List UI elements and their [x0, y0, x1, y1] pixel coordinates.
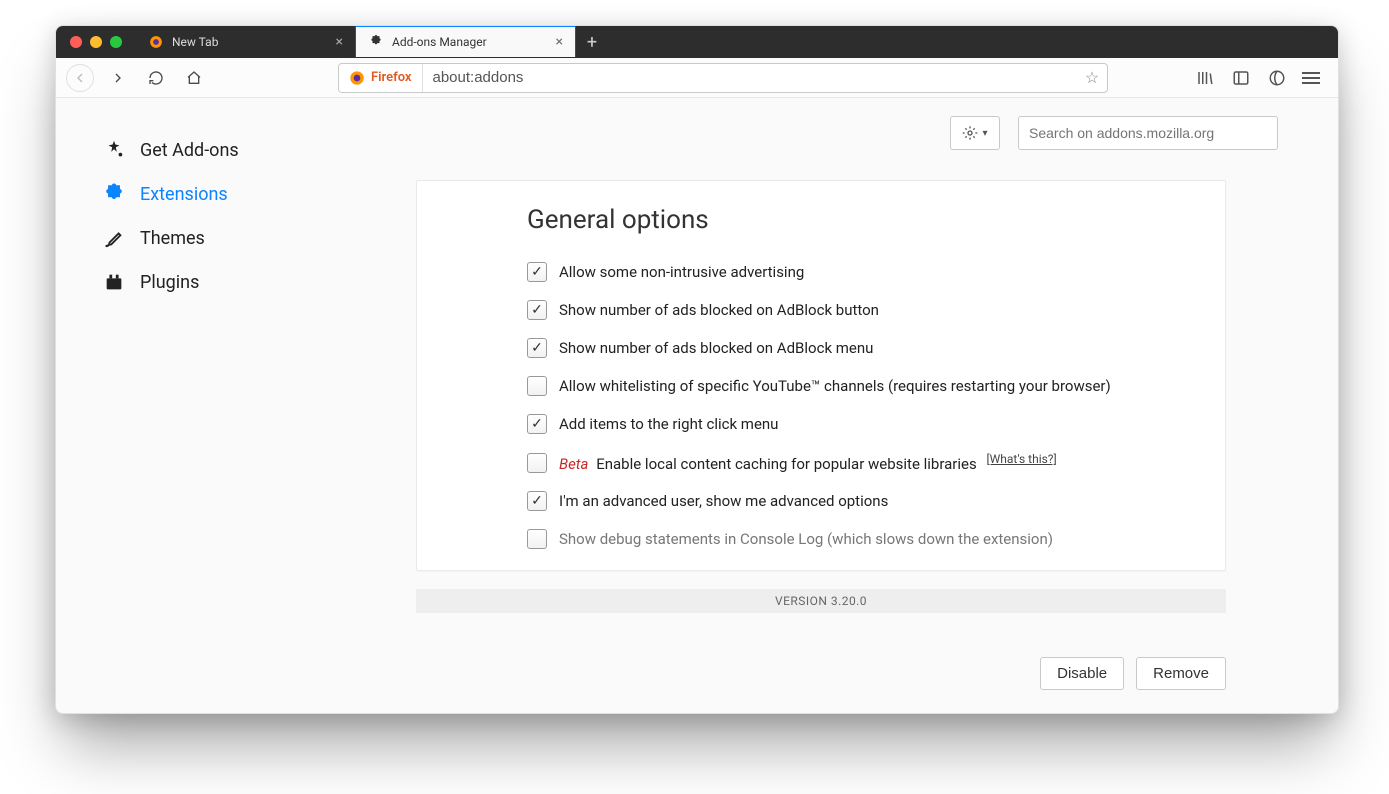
option-label: Allow whitelisting of specific YouTube™ …: [559, 377, 1111, 395]
version-text: VERSION 3.20.0: [775, 594, 867, 608]
sidebar-item-label: Themes: [140, 228, 205, 249]
maximize-window-button[interactable]: [110, 36, 122, 48]
forward-button[interactable]: [104, 64, 132, 92]
sparkle-icon: [102, 138, 126, 162]
extension-actions: Disable Remove: [416, 657, 1226, 690]
checkbox-advanced-user[interactable]: [527, 491, 547, 511]
checkbox-right-click-menu[interactable]: [527, 414, 547, 434]
bookmark-star-icon[interactable]: ☆: [1077, 68, 1107, 87]
sidebar-icon[interactable]: [1230, 67, 1252, 89]
panel-heading: General options: [527, 205, 1201, 235]
firefox-icon: [148, 34, 164, 50]
home-button[interactable]: [180, 64, 208, 92]
tools-menu-button[interactable]: ▾: [950, 116, 1000, 150]
option-row: Beta Enable local content caching for po…: [527, 443, 1201, 482]
close-tab-icon[interactable]: ×: [336, 34, 343, 50]
whats-this-link[interactable]: [What's this?]: [986, 452, 1056, 466]
sidebar-item-plugins[interactable]: Plugins: [96, 260, 406, 304]
option-row: Allow some non-intrusive advertising: [527, 253, 1201, 291]
option-label: Enable local content caching for popular…: [596, 455, 977, 473]
dropdown-caret-icon: ▾: [982, 128, 987, 139]
sidebar-item-label: Extensions: [140, 184, 228, 205]
identity-label: Firefox: [371, 70, 412, 85]
sidebar-item-label: Get Add-ons: [140, 140, 239, 161]
reload-button[interactable]: [142, 64, 170, 92]
firefox-icon: [349, 70, 365, 86]
toolbar-right-icons: [1194, 67, 1328, 89]
sidebar-item-label: Plugins: [140, 272, 199, 293]
checkbox-youtube-whitelist[interactable]: [527, 376, 547, 396]
option-label: Show debug statements in Console Log (wh…: [559, 530, 1053, 548]
library-icon[interactable]: [1194, 67, 1216, 89]
tab-label: New Tab: [172, 35, 218, 49]
addons-toolbar: ▾: [416, 116, 1288, 150]
option-row: Add items to the right click menu: [527, 405, 1201, 443]
option-row: I'm an advanced user, show me advanced o…: [527, 482, 1201, 520]
url-bar[interactable]: Firefox ☆: [338, 63, 1108, 93]
back-button[interactable]: [66, 64, 94, 92]
beta-badge: Beta: [559, 455, 588, 473]
option-row: Show number of ads blocked on AdBlock bu…: [527, 291, 1201, 329]
option-row: Show debug statements in Console Log (wh…: [527, 520, 1201, 558]
option-label: Allow some non-intrusive advertising: [559, 263, 804, 281]
brush-icon: [102, 226, 126, 250]
tab-new-tab[interactable]: New Tab ×: [136, 26, 356, 58]
addons-search-input[interactable]: [1018, 116, 1278, 150]
browser-window: New Tab × Add-ons Manager × +: [55, 25, 1339, 714]
option-label: I'm an advanced user, show me advanced o…: [559, 492, 888, 510]
checkbox-show-count-button[interactable]: [527, 300, 547, 320]
option-label: Add items to the right click menu: [559, 415, 778, 433]
extension-options-panel: General options Allow some non-intrusive…: [416, 180, 1226, 571]
url-input[interactable]: [423, 69, 1078, 86]
checkbox-debug-console[interactable]: [527, 529, 547, 549]
tab-label: Add-ons Manager: [392, 35, 487, 49]
option-label: Show number of ads blocked on AdBlock bu…: [559, 301, 879, 319]
addons-main: ▾ General options Allow some non-intrusi…: [416, 98, 1338, 713]
shield-icon[interactable]: [1266, 67, 1288, 89]
puzzle-icon: [368, 34, 384, 50]
plugin-block-icon: [102, 270, 126, 294]
puzzle-icon: [102, 182, 126, 206]
identity-box[interactable]: Firefox: [339, 64, 423, 92]
gear-icon: [962, 125, 978, 141]
window-controls: [56, 26, 136, 58]
minimize-window-button[interactable]: [90, 36, 102, 48]
content-area: Get Add-ons Extensions Themes: [56, 98, 1338, 713]
nav-toolbar: Firefox ☆: [56, 58, 1338, 98]
addons-sidebar: Get Add-ons Extensions Themes: [56, 98, 416, 713]
sidebar-item-themes[interactable]: Themes: [96, 216, 406, 260]
close-window-button[interactable]: [70, 36, 82, 48]
sidebar-item-get-addons[interactable]: Get Add-ons: [96, 128, 406, 172]
option-row: Show number of ads blocked on AdBlock me…: [527, 329, 1201, 367]
checkbox-show-count-menu[interactable]: [527, 338, 547, 358]
remove-button[interactable]: Remove: [1136, 657, 1226, 690]
disable-button[interactable]: Disable: [1040, 657, 1124, 690]
close-tab-icon[interactable]: ×: [556, 34, 563, 50]
sidebar-item-extensions[interactable]: Extensions: [96, 172, 406, 216]
checkbox-allow-ads[interactable]: [527, 262, 547, 282]
new-tab-button[interactable]: +: [576, 26, 608, 58]
checkbox-local-caching[interactable]: [527, 453, 547, 473]
option-label: Show number of ads blocked on AdBlock me…: [559, 339, 873, 357]
menu-button[interactable]: [1302, 67, 1324, 89]
tab-bar: New Tab × Add-ons Manager × +: [56, 26, 1338, 58]
tab-addons-manager[interactable]: Add-ons Manager ×: [356, 25, 576, 57]
version-strip: VERSION 3.20.0: [416, 589, 1226, 613]
option-row: Allow whitelisting of specific YouTube™ …: [527, 367, 1201, 405]
